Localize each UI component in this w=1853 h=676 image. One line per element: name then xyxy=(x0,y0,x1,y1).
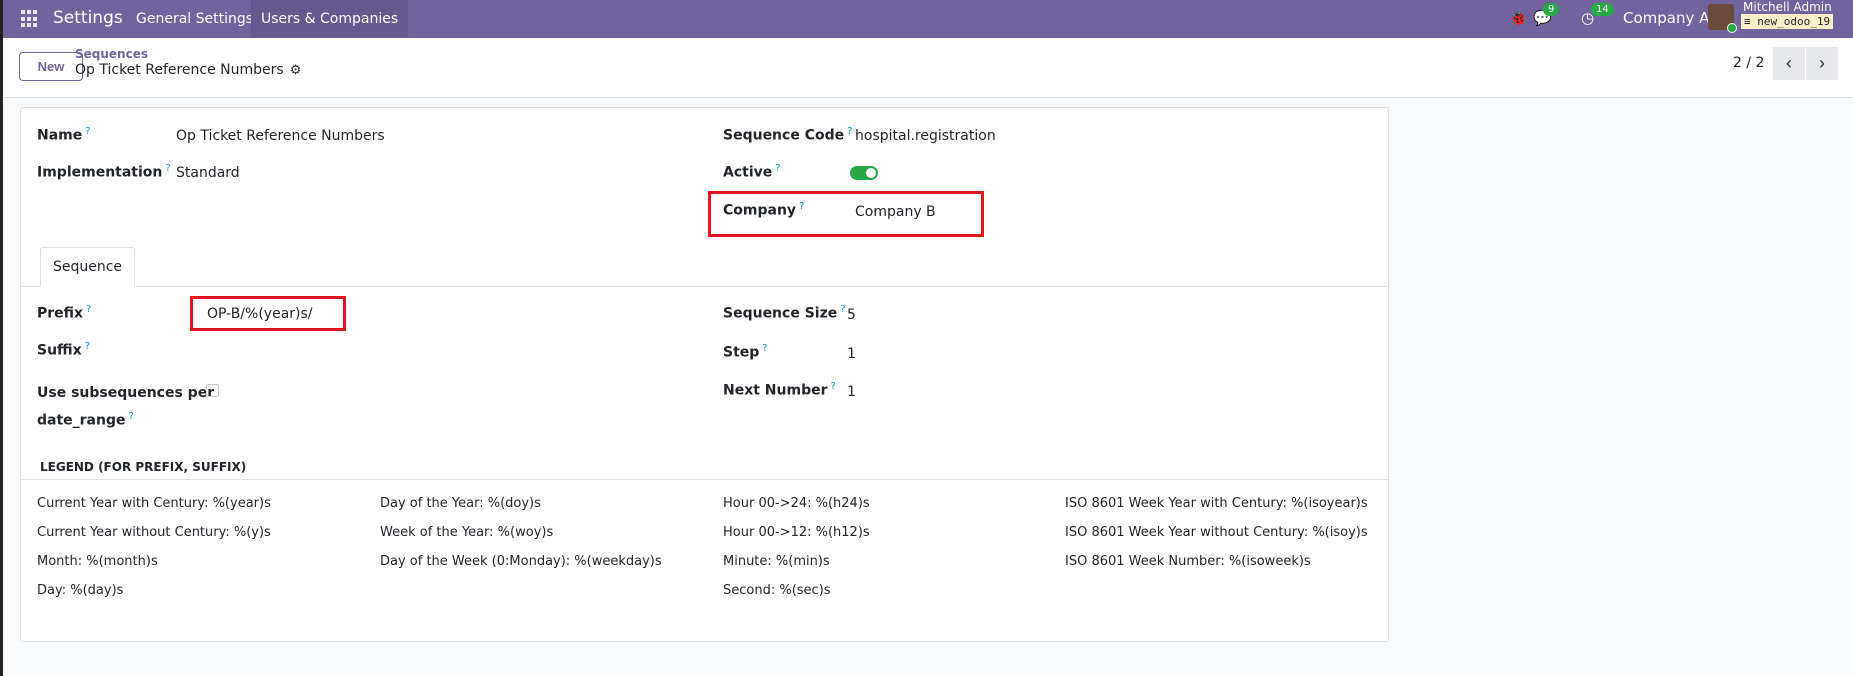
pager-next-button[interactable]: › xyxy=(1806,47,1838,80)
help-icon[interactable]: ? xyxy=(762,343,767,354)
debug-bug-icon[interactable]: 🐞 xyxy=(1509,9,1528,27)
messages-badge: 9 xyxy=(1543,3,1560,16)
help-icon[interactable]: ? xyxy=(831,381,836,392)
record-title: Op Ticket Reference Numbers xyxy=(75,62,284,78)
apps-menu-icon[interactable] xyxy=(21,10,39,28)
help-icon[interactable]: ? xyxy=(86,304,91,315)
database-label: new_odoo_19 xyxy=(1757,15,1831,28)
legend-title: LEGEND (FOR PREFIX, SUFFIX) xyxy=(40,460,247,474)
step-label: Step? xyxy=(723,343,768,361)
activities-clock-icon[interactable]: ◷ 14 xyxy=(1581,3,1614,27)
subsequences-checkbox[interactable] xyxy=(206,384,219,397)
help-icon[interactable]: ? xyxy=(85,341,90,352)
company-field[interactable]: Company B xyxy=(855,204,936,220)
active-toggle[interactable] xyxy=(850,166,878,180)
user-avatar[interactable] xyxy=(1708,4,1737,33)
legend-item: Minute: %(min)s xyxy=(723,554,830,569)
help-icon[interactable]: ? xyxy=(129,411,134,422)
breadcrumb-sequences[interactable]: Sequences xyxy=(75,47,148,61)
next-number-field[interactable]: 1 xyxy=(847,384,856,400)
help-icon[interactable]: ? xyxy=(847,126,852,137)
active-label: Active? xyxy=(723,163,781,181)
company-switcher[interactable]: Company A xyxy=(1623,9,1709,27)
tab-sequence[interactable]: Sequence xyxy=(40,247,135,287)
help-icon[interactable]: ? xyxy=(85,126,90,137)
prefix-label: Prefix? xyxy=(37,304,92,322)
implementation-label: Implementation? xyxy=(37,163,171,181)
legend-item: Hour 00->24: %(h24)s xyxy=(723,496,870,511)
sequence-size-field[interactable]: 5 xyxy=(847,307,856,323)
company-label: Company? xyxy=(723,201,805,219)
implementation-field[interactable]: Standard xyxy=(176,165,240,181)
subsequences-label: Use subsequences per date_range? xyxy=(37,385,215,429)
help-icon[interactable]: ? xyxy=(775,163,780,174)
gear-icon[interactable]: ⚙ xyxy=(290,63,302,78)
help-icon[interactable]: ? xyxy=(165,163,170,174)
legend-item: Current Year without Century: %(y)s xyxy=(37,525,271,540)
menu-general-settings[interactable]: General Settings xyxy=(126,0,263,38)
form-sheet: Name? Op Ticket Reference Numbers Implem… xyxy=(20,107,1389,642)
tab-divider xyxy=(21,286,1388,287)
control-panel: New Sequences Op Ticket Reference Number… xyxy=(3,38,1853,98)
help-icon[interactable]: ? xyxy=(799,201,804,212)
database-name: ≡ new_odoo_19 xyxy=(1741,14,1834,29)
name-label: Name? xyxy=(37,126,91,144)
user-name[interactable]: Mitchell Admin xyxy=(1743,0,1832,14)
pager-previous-button[interactable]: ‹ xyxy=(1773,47,1805,80)
legend-item: Second: %(sec)s xyxy=(723,583,831,598)
suffix-label: Suffix? xyxy=(37,341,91,359)
legend-item: Day of the Week (0:Monday): %(weekday)s xyxy=(380,554,662,569)
name-field[interactable]: Op Ticket Reference Numbers xyxy=(176,128,385,144)
legend-item: ISO 8601 Week Year without Century: %(is… xyxy=(1065,525,1368,540)
legend-divider xyxy=(21,479,1388,480)
sequence-size-label: Sequence Size? xyxy=(723,304,846,322)
legend-item: ISO 8601 Week Number: %(isoweek)s xyxy=(1065,554,1311,569)
messages-icon[interactable]: 💬 9 xyxy=(1533,3,1560,27)
legend-item: Day: %(day)s xyxy=(37,583,124,598)
step-field[interactable]: 1 xyxy=(847,346,856,362)
activities-badge: 14 xyxy=(1591,3,1614,16)
new-button[interactable]: New xyxy=(19,52,83,81)
app-title[interactable]: Settings xyxy=(53,8,123,28)
prefix-field[interactable]: OP-B/%(year)s/ xyxy=(207,306,313,322)
sequence-code-field[interactable]: hospital.registration xyxy=(855,128,996,144)
breadcrumb-current: Op Ticket Reference Numbers ⚙ xyxy=(75,62,301,78)
legend-item: Week of the Year: %(woy)s xyxy=(380,525,554,540)
database-icon: ≡ xyxy=(1744,15,1758,28)
pager-value[interactable]: 2 / 2 xyxy=(1733,55,1764,71)
online-status-icon xyxy=(1727,23,1737,33)
help-icon[interactable]: ? xyxy=(840,304,845,315)
next-number-label: Next Number? xyxy=(723,381,836,399)
top-navbar: Settings General Settings Users & Compan… xyxy=(3,0,1853,38)
legend-item: ISO 8601 Week Year with Century: %(isoye… xyxy=(1065,496,1368,511)
legend-item: Hour 00->12: %(h12)s xyxy=(723,525,870,540)
menu-users-companies[interactable]: Users & Companies xyxy=(251,0,409,38)
legend-item: Current Year with Century: %(year)s xyxy=(37,496,271,511)
legend-item: Month: %(month)s xyxy=(37,554,158,569)
legend-item: Day of the Year: %(doy)s xyxy=(380,496,541,511)
sequence-code-label: Sequence Code? xyxy=(723,126,853,144)
